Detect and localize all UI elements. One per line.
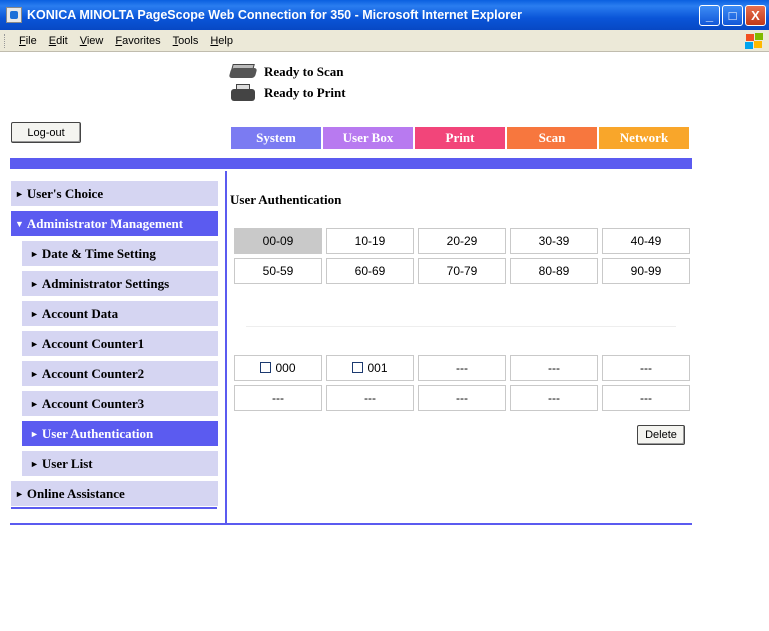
printer-icon (228, 83, 258, 102)
windows-logo-icon (743, 32, 765, 50)
sidebar-item-account-counter3[interactable]: ► Account Counter3 (22, 391, 218, 416)
logout-button[interactable]: Log-out (11, 122, 81, 143)
range-cell-20-29[interactable]: 20-29 (418, 228, 506, 254)
print-status: Ready to Print (228, 82, 346, 103)
triangle-right-icon: ► (30, 368, 39, 379)
triangle-right-icon: ► (30, 278, 39, 289)
triangle-right-icon: ► (30, 428, 39, 439)
triangle-right-icon: ► (15, 488, 24, 499)
triangle-right-icon: ► (30, 338, 39, 349)
triangle-right-icon: ► (30, 398, 39, 409)
range-cell-60-69[interactable]: 60-69 (326, 258, 414, 284)
sidebar-item-users-choice[interactable]: ► User's Choice (11, 181, 218, 206)
sidebar-item-administrator-settings[interactable]: ► Administrator Settings (22, 271, 218, 296)
menu-bar: File Edit View Favorites Tools Help (0, 30, 769, 52)
main-tabs: System User Box Print Scan Network (231, 127, 691, 149)
tab-system[interactable]: System (231, 127, 321, 149)
triangle-right-icon: ► (15, 188, 24, 199)
range-cell-90-99[interactable]: 90-99 (602, 258, 690, 284)
menu-help[interactable]: Help (204, 35, 239, 47)
sidebar-item-label: Online Assistance (26, 485, 125, 501)
device-status: Ready to Scan Ready to Print (228, 61, 346, 103)
range-cell-50-59[interactable]: 50-59 (234, 258, 322, 284)
sidebar-item-label: User List (41, 455, 93, 471)
user-range-selector: 00-09 10-19 20-29 30-39 40-49 50-59 60-6… (230, 224, 694, 288)
range-cell-70-79[interactable]: 70-79 (418, 258, 506, 284)
triangle-right-icon: ► (30, 308, 39, 319)
range-cell-00-09[interactable]: 00-09 (234, 228, 322, 254)
menu-tools[interactable]: Tools (167, 35, 205, 47)
empty-user-cell: --- (234, 385, 322, 411)
empty-user-cell: --- (418, 385, 506, 411)
user-cell: 000 (234, 355, 322, 381)
sidebar-item-label: Administrator Settings (41, 275, 170, 291)
print-status-text: Ready to Print (264, 84, 346, 100)
menu-view[interactable]: View (74, 35, 110, 47)
sidebar-nav: ► User's Choice ▼ Administrator Manageme… (11, 181, 218, 511)
close-button[interactable]: X (745, 4, 766, 26)
empty-user-cell: --- (418, 355, 506, 381)
vertical-divider (225, 171, 227, 523)
range-cell-30-39[interactable]: 30-39 (510, 228, 598, 254)
sidebar-item-label: Administrator Management (26, 215, 184, 231)
user-number: 001 (367, 361, 388, 375)
sidebar-item-user-authentication[interactable]: ► User Authentication (22, 421, 218, 446)
sidebar-item-label: User Authentication (41, 425, 154, 441)
sidebar-item-account-counter1[interactable]: ► Account Counter1 (22, 331, 218, 356)
range-cell-10-19[interactable]: 10-19 (326, 228, 414, 254)
toolbar-grip (4, 33, 7, 48)
tab-scan[interactable]: Scan (507, 127, 597, 149)
page-title: User Authentication (230, 192, 342, 207)
window-title: KONICA MINOLTA PageScope Web Connection … (27, 8, 522, 22)
range-cell-40-49[interactable]: 40-49 (602, 228, 690, 254)
tab-network[interactable]: Network (599, 127, 689, 149)
user-cell: 001 (326, 355, 414, 381)
sidebar-item-label: Date & Time Setting (41, 245, 156, 261)
triangle-right-icon: ► (30, 248, 39, 259)
menu-file[interactable]: File (13, 35, 43, 47)
delete-button[interactable]: Delete (637, 425, 685, 445)
header-divider-bar (10, 158, 692, 169)
triangle-down-icon: ▼ (15, 218, 24, 229)
sidebar-item-account-data[interactable]: ► Account Data (22, 301, 218, 326)
sidebar-item-administrator-management[interactable]: ▼ Administrator Management (11, 211, 218, 236)
scanner-icon (228, 63, 258, 81)
sidebar-item-online-assistance[interactable]: ► Online Assistance (11, 481, 218, 506)
range-cell-80-89[interactable]: 80-89 (510, 258, 598, 284)
empty-user-cell: --- (326, 385, 414, 411)
maximize-button[interactable]: □ (722, 4, 743, 26)
menu-edit[interactable]: Edit (43, 35, 74, 47)
sidebar-item-label: Account Counter1 (41, 335, 145, 351)
scan-status: Ready to Scan (228, 61, 346, 82)
user-000-checkbox[interactable] (260, 362, 272, 373)
window-title-bar: KONICA MINOLTA PageScope Web Connection … (0, 0, 769, 30)
user-001-checkbox[interactable] (352, 362, 364, 373)
sidebar-item-account-counter2[interactable]: ► Account Counter2 (22, 361, 218, 386)
triangle-right-icon: ► (30, 458, 39, 469)
window-controls: _ □ X (699, 4, 766, 26)
scan-status-text: Ready to Scan (264, 63, 344, 79)
sidebar-item-label: User's Choice (26, 185, 104, 201)
sidebar-item-label: Account Counter2 (41, 365, 145, 381)
menu-favorites[interactable]: Favorites (109, 35, 166, 47)
sidebar-item-label: Account Counter3 (41, 395, 145, 411)
section-divider (246, 326, 676, 327)
empty-user-cell: --- (510, 355, 598, 381)
tab-print[interactable]: Print (415, 127, 505, 149)
user-number: 000 (275, 361, 296, 375)
user-list-grid: 000 001 --- --- --- --- --- --- --- --- (230, 351, 694, 415)
footer-divider (10, 523, 692, 525)
empty-user-cell: --- (602, 355, 690, 381)
empty-user-cell: --- (510, 385, 598, 411)
sidebar-item-label: Account Data (41, 305, 119, 321)
page-content: Ready to Scan Ready to Print Log-out Sys… (0, 53, 769, 631)
empty-user-cell: --- (602, 385, 690, 411)
ie-app-icon (6, 7, 22, 23)
sidebar-bottom-divider (11, 507, 217, 509)
tab-user-box[interactable]: User Box (323, 127, 413, 149)
sidebar-item-date-time-setting[interactable]: ► Date & Time Setting (22, 241, 218, 266)
minimize-button[interactable]: _ (699, 4, 720, 26)
sidebar-item-user-list[interactable]: ► User List (22, 451, 218, 476)
